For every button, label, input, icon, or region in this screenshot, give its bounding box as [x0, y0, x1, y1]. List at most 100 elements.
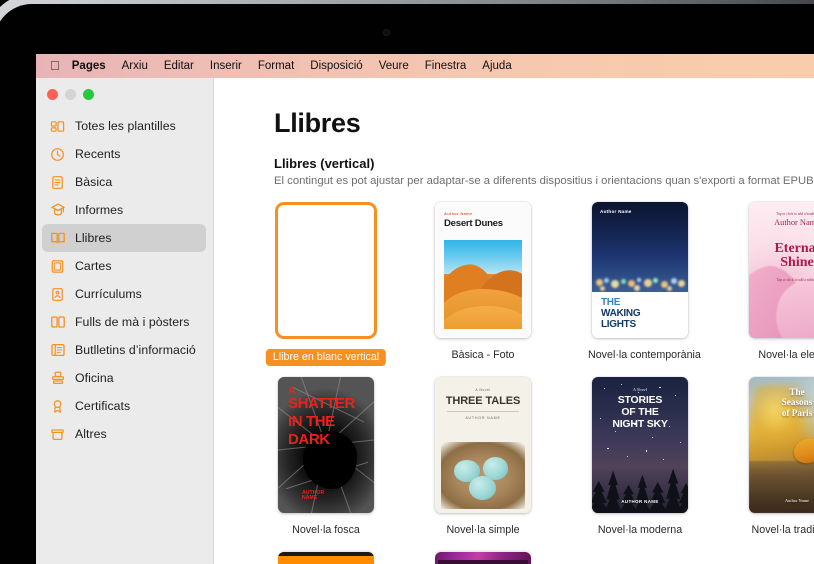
template-chooser-window: Totes les plantilles Recents Bàsica Info…: [36, 78, 814, 564]
template-thumbnail[interactable]: A SHATTER IN THE DARK AUTHOR NAME: [274, 377, 378, 517]
template-thumbnail[interactable]: A Novel THREE TALES AUTHOR NAME: [431, 377, 535, 517]
box-icon: [49, 426, 66, 443]
menu-item-arxiu[interactable]: Arxiu: [122, 60, 148, 72]
template-caption: Novel·la contemporània: [588, 349, 701, 361]
template-thumbnail[interactable]: Author Name THE WAKING LIGHTS: [588, 202, 692, 342]
sidebar-item-oficina[interactable]: Oficina: [42, 364, 206, 392]
document-icon: [49, 174, 66, 191]
template-card-novella-simple[interactable]: A Novel THREE TALES AUTHOR NAME Novel·la…: [431, 377, 535, 536]
template-thumbnail[interactable]: [274, 202, 378, 342]
sidebar-item-butlletins-dinformacio[interactable]: Butlletins d’informació: [42, 336, 206, 364]
card-icon: [49, 258, 66, 275]
orange-book-cover: [278, 552, 374, 564]
window-controls: [47, 89, 94, 100]
sidebar-item-recents[interactable]: Recents: [42, 140, 206, 168]
blank-book-cover: [275, 202, 377, 339]
cover-title-line-1: STORIES: [617, 394, 663, 406]
sidebar-item-informes[interactable]: Informes: [42, 196, 206, 224]
template-thumbnail[interactable]: Author Name Desert Dunes: [431, 202, 535, 342]
cover-subtitle: Tap or click to add a subtitle: [776, 278, 814, 282]
laptop-screen:  Pages Arxiu Editar Inserir Format Disp…: [0, 0, 814, 564]
cover-author: Author Name: [784, 498, 810, 503]
cover-photo: Author Name: [592, 202, 688, 292]
sidebar-item-curriculums[interactable]: Currículums: [42, 280, 206, 308]
sidebar-item-label: Butlletins d’informació: [75, 343, 196, 357]
cover-author: AUTHOR NAME: [621, 499, 659, 504]
close-button[interactable]: [47, 89, 58, 100]
template-card-basica-foto[interactable]: Author Name Desert Dunes Bàsica - Foto: [431, 202, 535, 361]
template-row: Llibre en blanc vertical Author Name Des…: [265, 202, 814, 377]
template-card-novella-tradicional[interactable]: The Seasons of Paris Author Name Novel·l…: [745, 377, 814, 536]
template-thumbnail[interactable]: A Novel STORIES OF THE NIGHT SKY AUTHOR …: [588, 377, 692, 517]
cover-title-line-3: IN THE: [288, 413, 335, 430]
template-row-partial: [274, 552, 814, 564]
minimize-button[interactable]: [65, 89, 76, 100]
sidebar-item-cartes[interactable]: Cartes: [42, 252, 206, 280]
template-caption: Bàsica - Foto: [451, 349, 515, 361]
cover-title-line-3: LIGHTS: [601, 319, 636, 330]
template-caption: Llibre en blanc vertical: [265, 349, 387, 366]
sidebar-item-basica[interactable]: Bàsica: [42, 168, 206, 196]
template-caption: Novel·la simple: [446, 524, 520, 536]
template-card-blank-vertical[interactable]: Llibre en blanc vertical: [265, 202, 387, 366]
template-row: A SHATTER IN THE DARK AUTHOR NAME Novel·…: [274, 377, 814, 552]
sidebar-category-list: Totes les plantilles Recents Bàsica Info…: [36, 112, 214, 448]
cover-title: THREE TALES: [445, 395, 521, 407]
sidebar-item-label: Totes les plantilles: [75, 119, 176, 133]
cover-title-line-2: SHATTER: [288, 395, 355, 412]
sidebar-item-llibres[interactable]: Llibres: [42, 224, 206, 252]
sidebar-item-label: Bàsica: [75, 175, 113, 189]
all-templates-icon: [49, 118, 66, 135]
template-thumbnail[interactable]: The Seasons of Paris Author Name: [745, 377, 814, 517]
sidebar-item-label: Altres: [75, 427, 107, 441]
menu-item-inserir[interactable]: Inserir: [210, 60, 242, 72]
open-book-icon: [49, 230, 66, 247]
section-heading: Llibres (vertical): [274, 156, 375, 171]
cover-eyebrow: Tap or click to add a heading: [776, 212, 814, 216]
template-card-partial-orange[interactable]: [274, 552, 378, 564]
page-title: Llibres: [274, 108, 361, 138]
menu-item-pages[interactable]: Pages: [72, 60, 106, 72]
menu-item-veure[interactable]: Veure: [379, 60, 409, 72]
waking-lights-cover: Author Name THE WAKING LIGHTS: [592, 202, 688, 338]
sidebar-item-certificats[interactable]: Certificats: [42, 392, 206, 420]
sidebar-item-label: Currículums: [75, 287, 142, 301]
sidebar: Totes les plantilles Recents Bàsica Info…: [36, 78, 214, 564]
menu-item-format[interactable]: Format: [258, 60, 294, 72]
cover-title-line-1: THE: [601, 297, 621, 308]
cover-author-line-2: NAME: [302, 495, 318, 502]
template-thumbnail[interactable]: Tap or click to add a heading Author Nam…: [745, 202, 814, 342]
seasons-paris-cover: The Seasons of Paris Author Name: [749, 377, 814, 513]
cover-title-line-2: Shine: [780, 255, 814, 271]
report-icon: [49, 202, 66, 219]
sidebar-item-fulls-de-ma-i-posters[interactable]: Fulls de mà i pòsters: [42, 308, 206, 336]
sidebar-item-label: Fulls de mà i pòsters: [75, 315, 190, 329]
sidebar-item-altres[interactable]: Altres: [42, 420, 206, 448]
cover-title-line-3: of Paris: [781, 407, 813, 418]
template-grid-panel: Llibres Llibres (vertical) El contingut …: [215, 78, 814, 564]
sidebar-item-totes-les-plantilles[interactable]: Totes les plantilles: [42, 112, 206, 140]
sidebar-item-label: Recents: [75, 147, 121, 161]
cover-title-line-3: NIGHT SKY: [612, 417, 668, 430]
template-card-partial-purple[interactable]: [431, 552, 535, 564]
menu-item-disposicio[interactable]: Disposició: [310, 60, 362, 72]
cover-author: Author Name: [774, 218, 814, 227]
apple-logo-icon[interactable]: : [50, 59, 60, 72]
cover-eyebrow: A Novel: [475, 388, 491, 392]
section-description: El contingut es pot ajustar per adaptar-…: [274, 175, 814, 187]
webcam-icon: [383, 29, 390, 36]
zoom-button[interactable]: [83, 89, 94, 100]
clock-icon: [49, 146, 66, 163]
template-card-novella-contemporania[interactable]: Author Name THE WAKING LIGHTS Novel·la c…: [588, 202, 701, 361]
ribbon-icon: [49, 398, 66, 415]
desert-dunes-cover: Author Name Desert Dunes: [435, 202, 531, 338]
menu-item-finestra[interactable]: Finestra: [425, 60, 467, 72]
template-card-novella-moderna[interactable]: A Novel STORIES OF THE NIGHT SKY AUTHOR …: [588, 377, 692, 536]
template-card-novella-fosca[interactable]: A SHATTER IN THE DARK AUTHOR NAME Novel·…: [274, 377, 378, 536]
menu-item-editar[interactable]: Editar: [164, 60, 194, 72]
cover-photo: [444, 240, 522, 329]
template-card-novella-elegant[interactable]: Tap or click to add a heading Author Nam…: [745, 202, 814, 361]
cover-author: AUTHOR NAME: [465, 416, 501, 420]
cover-title-line-1: Eternal: [774, 241, 814, 256]
menu-item-ajuda[interactable]: Ajuda: [482, 60, 511, 72]
